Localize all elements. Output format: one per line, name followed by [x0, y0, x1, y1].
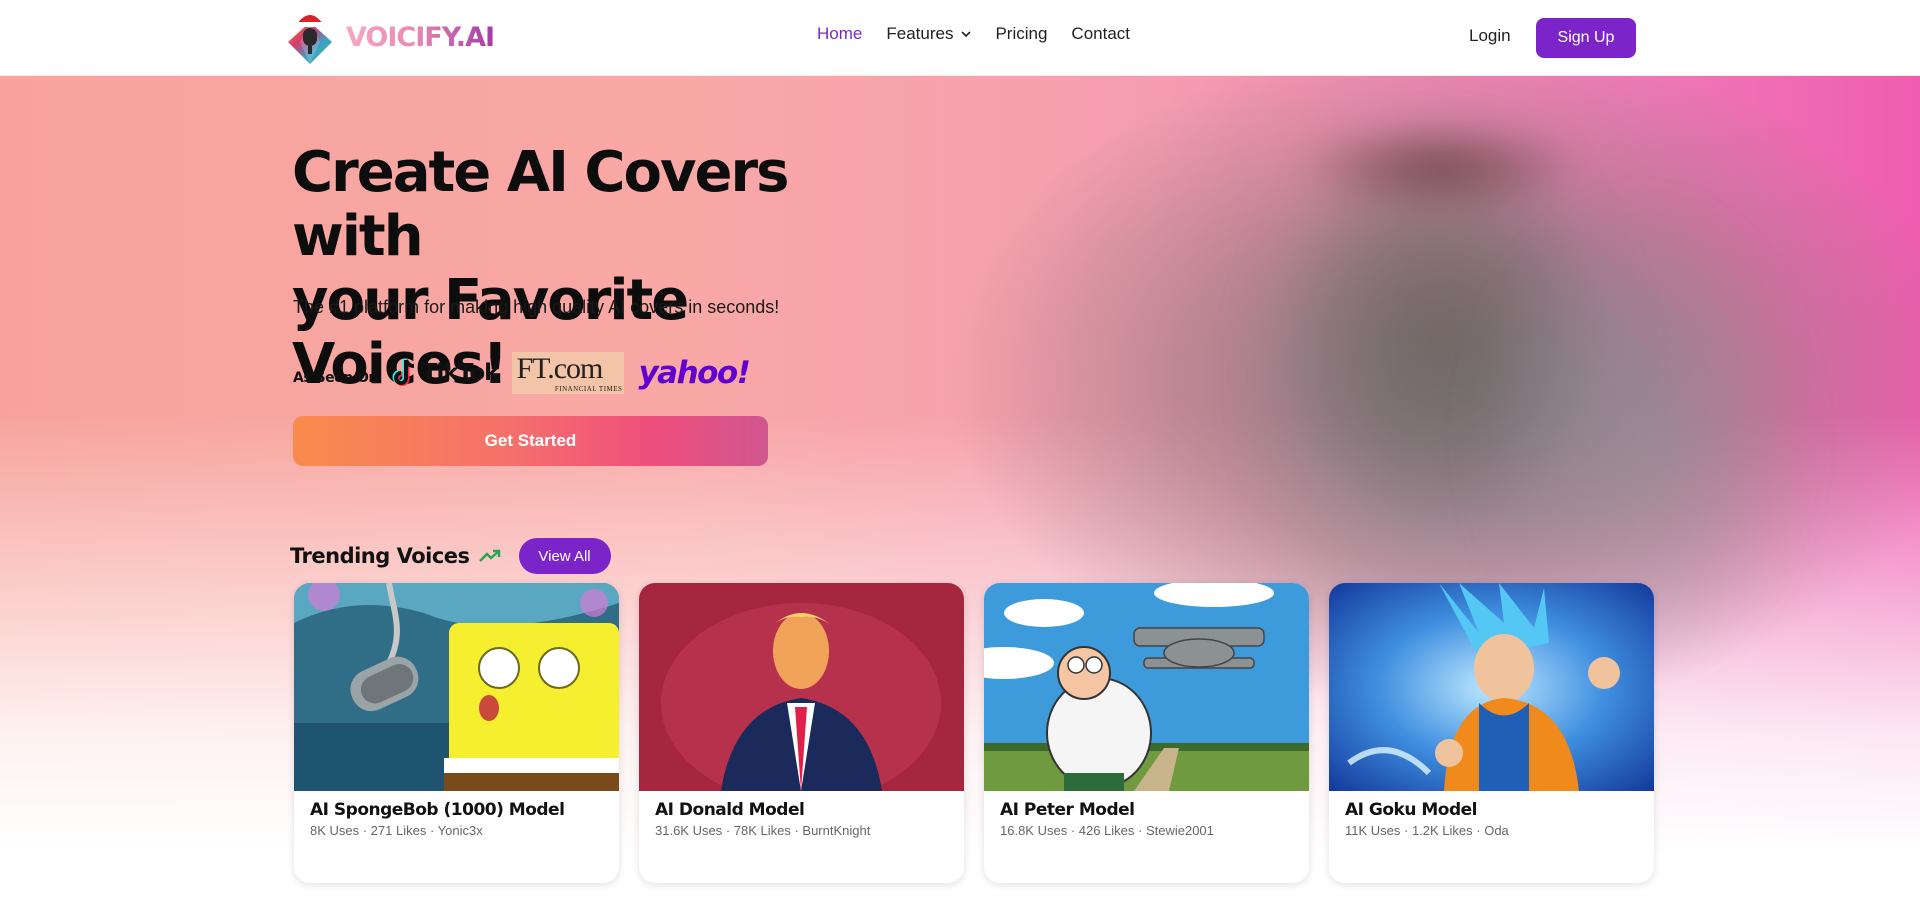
goku-thumbnail — [1329, 583, 1654, 791]
nav-features[interactable]: Features — [886, 24, 972, 44]
nav-home[interactable]: Home — [817, 24, 862, 44]
signup-button[interactable]: Sign Up — [1536, 18, 1636, 58]
voice-card-goku[interactable]: AI Goku Model 11K Uses · 1.2K Likes · Od… — [1329, 583, 1654, 883]
voice-card-image — [984, 583, 1309, 791]
view-all-button[interactable]: View All — [518, 538, 611, 574]
brand-name: VOICIFY.AI — [346, 21, 495, 53]
yahoo-logo: yahoo! — [638, 355, 750, 391]
ft-prefix: FT — [516, 352, 548, 385]
tiktok-logo-icon — [392, 359, 414, 386]
ft-subtitle: FINANCIAL TIMES — [554, 385, 623, 393]
microphone-logo-icon — [288, 11, 332, 64]
voice-card-image — [294, 583, 619, 791]
brand-logo[interactable]: VOICIFY.AI — [284, 8, 495, 66]
voice-card-spongebob[interactable]: AI SpongeBob (1000) Model 8K Uses · 271 … — [294, 583, 619, 883]
voice-card-meta: 8K Uses · 271 Likes · Yonic3x — [310, 823, 483, 838]
peter-thumbnail — [984, 583, 1309, 791]
trending-up-icon — [478, 549, 500, 562]
donald-thumbnail — [639, 583, 964, 791]
main-nav: Home Features Pricing Contact — [817, 24, 1154, 44]
voice-card-meta: 11K Uses · 1.2K Likes · Oda — [1345, 823, 1509, 838]
nav-contact[interactable]: Contact — [1071, 24, 1130, 44]
voice-card-title: AI Peter Model — [1000, 800, 1135, 820]
spongebob-thumbnail — [294, 583, 619, 791]
voice-card-meta: 31.6K Uses · 78K Likes · BurntKnight — [655, 823, 871, 838]
voice-card-title: AI Donald Model — [655, 800, 805, 820]
hero-subtitle: The #1 platform for making high quality … — [293, 297, 780, 317]
top-navbar: VOICIFY.AI Home Features Pricing Contact… — [0, 0, 1920, 76]
as-seen-on-row: As Seen On TikTok FT.com FINANCIAL TIMES… — [293, 348, 751, 398]
trending-title: Trending Voices — [290, 544, 470, 568]
voice-card-peter[interactable]: AI Peter Model 16.8K Uses · 426 Likes · … — [984, 583, 1309, 883]
as-seen-on-label: As Seen On — [293, 370, 378, 386]
voice-card-image — [639, 583, 964, 791]
nav-pricing[interactable]: Pricing — [995, 24, 1047, 44]
login-link[interactable]: Login — [1469, 26, 1511, 46]
tiktok-wordmark: TikTok — [421, 360, 500, 386]
ft-domain: .com — [547, 352, 603, 385]
ft-wordmark: FT.com — [516, 352, 603, 386]
voice-card-meta: 16.8K Uses · 426 Likes · Stewie2001 — [1000, 823, 1214, 838]
nav-features-label: Features — [886, 24, 954, 43]
voice-card-donald[interactable]: AI Donald Model 31.6K Uses · 78K Likes ·… — [639, 583, 964, 883]
chevron-down-icon — [961, 31, 972, 38]
headline-line-1: Create AI Covers with — [292, 140, 789, 269]
tiktok-logo: TikTok — [392, 358, 499, 388]
trending-header: Trending Voices View All — [290, 538, 611, 574]
get-started-button[interactable]: Get Started — [293, 416, 768, 466]
voice-card-title: AI SpongeBob (1000) Model — [310, 800, 565, 820]
voice-card-image — [1329, 583, 1654, 791]
voice-card-title: AI Goku Model — [1345, 800, 1477, 820]
ft-logo: FT.com FINANCIAL TIMES — [512, 352, 625, 394]
trending-cards: AI SpongeBob (1000) Model 8K Uses · 271 … — [294, 583, 1674, 883]
hero-section: Create AI Covers with your Favorite Voic… — [0, 76, 1920, 920]
